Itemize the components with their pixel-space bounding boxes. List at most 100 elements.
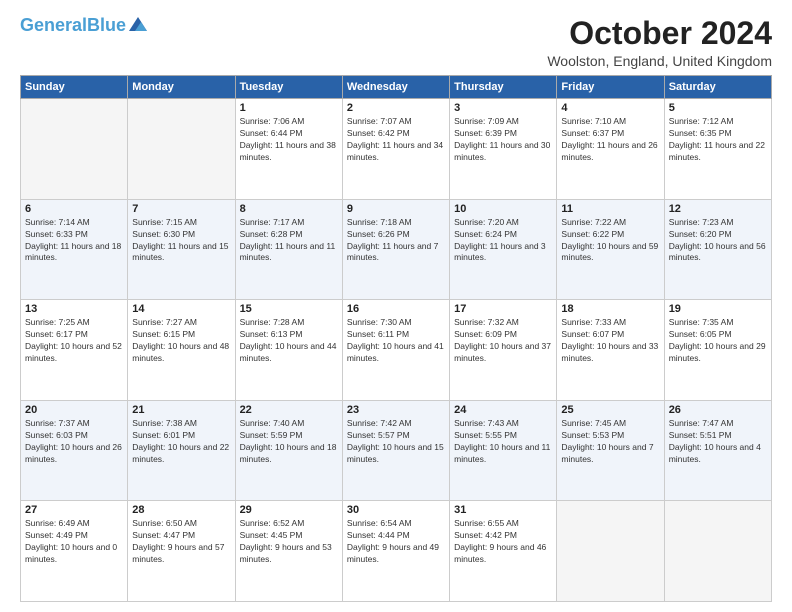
day-info: Sunrise: 7:06 AMSunset: 6:44 PMDaylight:… <box>240 116 338 164</box>
header-saturday: Saturday <box>664 76 771 99</box>
logo-icon <box>129 17 147 31</box>
day-info: Sunrise: 6:49 AMSunset: 4:49 PMDaylight:… <box>25 518 123 566</box>
day-info: Sunrise: 7:10 AMSunset: 6:37 PMDaylight:… <box>561 116 659 164</box>
day-number: 28 <box>132 504 230 516</box>
calendar-week-5: 27 Sunrise: 6:49 AMSunset: 4:49 PMDayligh… <box>21 501 772 602</box>
day-info: Sunrise: 7:35 AMSunset: 6:05 PMDaylight:… <box>669 317 767 365</box>
calendar-cell: 8Sunrise: 7:17 AMSunset: 6:28 PMDaylight… <box>235 199 342 300</box>
logo-name2: Blue <box>87 15 126 35</box>
day-info: Sunrise: 7:45 AMSunset: 5:53 PMDaylight:… <box>561 418 659 466</box>
logo-name1: General <box>20 15 87 35</box>
calendar-cell: 24 Sunrise: 7:43 AMSunset: 5:55 PMDayligh… <box>450 400 557 501</box>
day-number: 11 <box>561 203 659 215</box>
day-number: 10 <box>454 203 552 215</box>
day-number: 29 <box>240 504 338 516</box>
calendar-cell: 3 Sunrise: 7:09 AMSunset: 6:39 PMDaylight… <box>450 99 557 200</box>
day-number: 1 <box>240 102 338 114</box>
day-number: 7 <box>132 203 230 215</box>
calendar-cell: 14Sunrise: 7:27 AMSunset: 6:15 PMDayligh… <box>128 300 235 401</box>
calendar-cell: 29 Sunrise: 6:52 AMSunset: 4:45 PMDayligh… <box>235 501 342 602</box>
day-info: Sunrise: 7:40 AMSunset: 5:59 PMDaylight:… <box>240 418 338 466</box>
day-number: 16 <box>347 303 445 315</box>
calendar-cell: 4 Sunrise: 7:10 AMSunset: 6:37 PMDaylight… <box>557 99 664 200</box>
day-info: Sunrise: 7:27 AMSunset: 6:15 PMDaylight:… <box>132 317 230 365</box>
calendar-week-4: 20Sunrise: 7:37 AMSunset: 6:03 PMDayligh… <box>21 400 772 501</box>
day-number: 4 <box>561 102 659 114</box>
day-info: Sunrise: 7:32 AMSunset: 6:09 PMDaylight:… <box>454 317 552 365</box>
day-info: Sunrise: 7:17 AMSunset: 6:28 PMDaylight:… <box>240 217 338 265</box>
calendar-cell: 19 Sunrise: 7:35 AMSunset: 6:05 PMDayligh… <box>664 300 771 401</box>
calendar-table: Sunday Monday Tuesday Wednesday Thursday… <box>20 75 772 602</box>
calendar-cell: 30 Sunrise: 6:54 AMSunset: 4:44 PMDayligh… <box>342 501 449 602</box>
day-info: Sunrise: 7:30 AMSunset: 6:11 PMDaylight:… <box>347 317 445 365</box>
calendar-cell: 26Sunrise: 7:47 AMSunset: 5:51 PMDayligh… <box>664 400 771 501</box>
calendar-cell: 31 Sunrise: 6:55 AMSunset: 4:42 PMDayligh… <box>450 501 557 602</box>
logo: GeneralBlue <box>20 16 147 34</box>
calendar-cell: 7 Sunrise: 7:15 AMSunset: 6:30 PMDaylight… <box>128 199 235 300</box>
day-info: Sunrise: 6:55 AMSunset: 4:42 PMDaylight:… <box>454 518 552 566</box>
calendar-cell: 5 Sunrise: 7:12 AMSunset: 6:35 PMDaylight… <box>664 99 771 200</box>
day-number: 25 <box>561 404 659 416</box>
calendar-cell: 16 Sunrise: 7:30 AMSunset: 6:11 PMDayligh… <box>342 300 449 401</box>
header-friday: Friday <box>557 76 664 99</box>
day-number: 23 <box>347 404 445 416</box>
calendar-cell: 27 Sunrise: 6:49 AMSunset: 4:49 PMDayligh… <box>21 501 128 602</box>
calendar-cell <box>128 99 235 200</box>
day-number: 12 <box>669 203 767 215</box>
calendar-cell: 18Sunrise: 7:33 AMSunset: 6:07 PMDayligh… <box>557 300 664 401</box>
calendar-cell: 13 Sunrise: 7:25 AMSunset: 6:17 PMDayligh… <box>21 300 128 401</box>
calendar-week-3: 13 Sunrise: 7:25 AMSunset: 6:17 PMDayligh… <box>21 300 772 401</box>
calendar-week-1: 1 Sunrise: 7:06 AMSunset: 6:44 PMDaylight… <box>21 99 772 200</box>
day-info: Sunrise: 7:15 AMSunset: 6:30 PMDaylight:… <box>132 217 230 265</box>
page: GeneralBlue October 2024 Woolston, Engla… <box>0 0 792 612</box>
day-number: 2 <box>347 102 445 114</box>
day-info: Sunrise: 6:52 AMSunset: 4:45 PMDaylight:… <box>240 518 338 566</box>
day-info: Sunrise: 7:28 AMSunset: 6:13 PMDaylight:… <box>240 317 338 365</box>
day-info: Sunrise: 7:14 AMSunset: 6:33 PMDaylight:… <box>25 217 123 265</box>
calendar-cell: 12Sunrise: 7:23 AMSunset: 6:20 PMDayligh… <box>664 199 771 300</box>
calendar-cell: 20Sunrise: 7:37 AMSunset: 6:03 PMDayligh… <box>21 400 128 501</box>
day-number: 13 <box>25 303 123 315</box>
day-number: 3 <box>454 102 552 114</box>
calendar-cell: 2Sunrise: 7:07 AMSunset: 6:42 PMDaylight… <box>342 99 449 200</box>
day-info: Sunrise: 7:25 AMSunset: 6:17 PMDaylight:… <box>25 317 123 365</box>
calendar-cell: 11 Sunrise: 7:22 AMSunset: 6:22 PMDayligh… <box>557 199 664 300</box>
calendar-cell: 22Sunrise: 7:40 AMSunset: 5:59 PMDayligh… <box>235 400 342 501</box>
day-info: Sunrise: 7:12 AMSunset: 6:35 PMDaylight:… <box>669 116 767 164</box>
header-thursday: Thursday <box>450 76 557 99</box>
calendar-cell: 25 Sunrise: 7:45 AMSunset: 5:53 PMDayligh… <box>557 400 664 501</box>
day-number: 5 <box>669 102 767 114</box>
day-info: Sunrise: 7:22 AMSunset: 6:22 PMDaylight:… <box>561 217 659 265</box>
header: GeneralBlue October 2024 Woolston, Engla… <box>20 16 772 69</box>
day-number: 9 <box>347 203 445 215</box>
calendar-cell <box>557 501 664 602</box>
day-info: Sunrise: 6:50 AMSunset: 4:47 PMDaylight:… <box>132 518 230 566</box>
day-info: Sunrise: 7:37 AMSunset: 6:03 PMDaylight:… <box>25 418 123 466</box>
logo-text: GeneralBlue <box>20 16 126 34</box>
day-info: Sunrise: 6:54 AMSunset: 4:44 PMDaylight:… <box>347 518 445 566</box>
day-number: 19 <box>669 303 767 315</box>
day-info: Sunrise: 7:33 AMSunset: 6:07 PMDaylight:… <box>561 317 659 365</box>
day-number: 24 <box>454 404 552 416</box>
calendar-cell: 10Sunrise: 7:20 AMSunset: 6:24 PMDayligh… <box>450 199 557 300</box>
day-info: Sunrise: 7:38 AMSunset: 6:01 PMDaylight:… <box>132 418 230 466</box>
calendar-cell <box>664 501 771 602</box>
day-info: Sunrise: 7:09 AMSunset: 6:39 PMDaylight:… <box>454 116 552 164</box>
day-number: 27 <box>25 504 123 516</box>
day-number: 17 <box>454 303 552 315</box>
header-wednesday: Wednesday <box>342 76 449 99</box>
month-title: October 2024 <box>547 16 772 51</box>
day-info: Sunrise: 7:47 AMSunset: 5:51 PMDaylight:… <box>669 418 767 466</box>
calendar-cell: 9 Sunrise: 7:18 AMSunset: 6:26 PMDaylight… <box>342 199 449 300</box>
calendar-cell: 28 Sunrise: 6:50 AMSunset: 4:47 PMDayligh… <box>128 501 235 602</box>
calendar-cell: 1 Sunrise: 7:06 AMSunset: 6:44 PMDaylight… <box>235 99 342 200</box>
calendar-cell: 15Sunrise: 7:28 AMSunset: 6:13 PMDayligh… <box>235 300 342 401</box>
day-info: Sunrise: 7:18 AMSunset: 6:26 PMDaylight:… <box>347 217 445 265</box>
calendar-header-row: Sunday Monday Tuesday Wednesday Thursday… <box>21 76 772 99</box>
day-info: Sunrise: 7:42 AMSunset: 5:57 PMDaylight:… <box>347 418 445 466</box>
day-info: Sunrise: 7:43 AMSunset: 5:55 PMDaylight:… <box>454 418 552 466</box>
calendar-cell <box>21 99 128 200</box>
day-number: 31 <box>454 504 552 516</box>
day-number: 30 <box>347 504 445 516</box>
header-sunday: Sunday <box>21 76 128 99</box>
